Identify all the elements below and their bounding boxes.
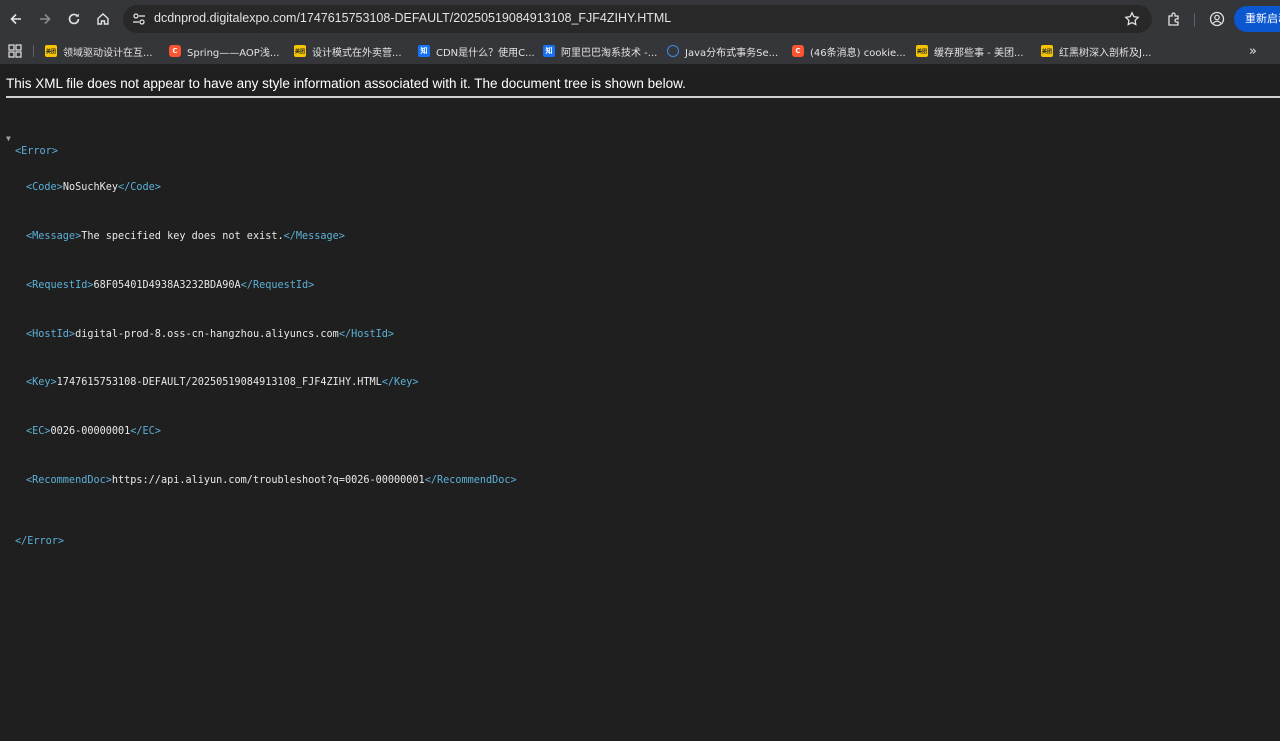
bookmarks-bar: 美团 领域驱动设计在互... C Spring——AOP浅... 美团 设计模式… (0, 38, 1280, 65)
meituan-favicon-icon: 美团 (916, 45, 928, 57)
zhihu-favicon-icon: 知 (543, 45, 555, 57)
xml-close-tag: </Code> (118, 182, 161, 194)
xml-notice-text: This XML file does not appear to have an… (6, 76, 686, 91)
meituan-favicon-icon: 美团 (1041, 45, 1053, 57)
bookmarks-overflow-chevron-icon[interactable]: » (1249, 44, 1257, 59)
reload-icon[interactable] (63, 8, 85, 30)
bookmark-label: 领域驱动设计在互... (63, 47, 153, 59)
bookmark-item[interactable]: 知 阿里巴巴淘系技术 -... (543, 42, 657, 60)
bookmark-item[interactable]: 美团 红黑树深入剖析及J... (1041, 42, 1152, 60)
bookmark-item[interactable]: C Spring——AOP浅... (169, 42, 279, 60)
forward-icon[interactable] (34, 8, 56, 30)
extensions-icon[interactable] (1164, 9, 1184, 29)
bookmark-label: CDN是什么？使用C... (436, 47, 535, 59)
xml-open-tag: <Message> (26, 231, 82, 242)
xml-open-tag: <HostId> (26, 328, 76, 340)
xml-root-open-tag: <Error> (15, 145, 58, 157)
back-icon[interactable] (5, 8, 27, 30)
page-content: This XML file does not appear to have an… (0, 65, 1280, 741)
xml-value: https://api.aliyun.com/troubleshoot?q=00… (111, 474, 425, 486)
xml-element-line: <EC>0026-00000001</EC> (0, 426, 161, 438)
xml-element-line: <RecommendDoc>https://api.aliyun.com/tro… (0, 475, 517, 487)
bookmark-item[interactable]: C (46条消息) cookie... (792, 42, 906, 60)
star-icon[interactable] (1124, 11, 1140, 27)
meituan-favicon-icon: 美团 (45, 45, 57, 57)
xml-tree: ▼ <Error> <Code>NoSuchKey</Code> <Message… (0, 109, 517, 560)
globe-favicon-icon (667, 45, 679, 57)
notice-divider (6, 96, 1280, 98)
xml-root-open-line: ▼ <Error> (0, 133, 58, 156)
site-settings-icon[interactable] (132, 12, 146, 26)
xml-value: NoSuchKey (62, 182, 119, 194)
xml-open-tag: <Key> (26, 377, 57, 389)
collapse-triangle-icon[interactable]: ▼ (6, 133, 11, 145)
xml-root-close-line: </Error> (0, 524, 64, 547)
xml-root-close-tag: </Error> (15, 535, 65, 547)
xml-close-tag: </EC> (130, 426, 161, 438)
bookmark-item[interactable]: Java分布式事务Se... (667, 42, 778, 60)
bookmark-label: Java分布式事务Se... (685, 47, 779, 59)
toolbar-divider (1194, 13, 1195, 27)
bookmark-item[interactable]: 美团 设计模式在外卖营... (294, 42, 402, 60)
relaunch-button[interactable]: 重新启动 (1234, 6, 1280, 32)
xml-value: digital-prod-8.oss-cn-hangzhou.aliyuncs.… (75, 328, 339, 340)
apps-grid-icon[interactable] (8, 44, 22, 58)
xml-open-tag: <Code> (26, 182, 63, 194)
xml-element-line: <HostId>digital-prod-8.oss-cn-hangzhou.a… (0, 329, 394, 341)
xml-open-tag: <RequestId> (26, 279, 94, 291)
meituan-favicon-icon: 美团 (294, 45, 306, 57)
xml-close-tag: </Message> (283, 231, 345, 242)
bookmark-item[interactable]: 美团 缓存那些事 - 美团... (916, 42, 1024, 60)
bookmark-label: 设计模式在外卖营... (312, 47, 402, 59)
address-text[interactable]: dcdnprod.digitalexpo.com/1747615753108-D… (154, 11, 671, 25)
xml-element-line: <Key>1747615753108-DEFAULT/2025051908491… (0, 377, 419, 389)
bookmarks-divider (33, 45, 34, 57)
xml-value: The specified key does not exist. (81, 231, 284, 242)
browser-toolbar: dcdnprod.digitalexpo.com/1747615753108-D… (0, 0, 1280, 38)
xml-value: 0026-00000001 (50, 426, 131, 438)
xml-close-tag: </Key> (381, 377, 419, 389)
xml-close-tag: </HostId> (338, 328, 395, 340)
bookmark-item[interactable]: 美团 领域驱动设计在互... (45, 42, 153, 60)
address-bar[interactable]: dcdnprod.digitalexpo.com/1747615753108-D… (123, 5, 1152, 33)
xml-element-line: <Code>NoSuchKey</Code> (0, 182, 161, 194)
bookmark-label: (46条消息) cookie... (810, 47, 906, 59)
xml-close-tag: </RequestId> (240, 279, 315, 291)
bookmark-label: 红黑树深入剖析及J... (1059, 47, 1152, 59)
xml-value: 1747615753108-DEFAULT/20250519084913108_… (56, 377, 382, 389)
xml-value: 68F05401D4938A3232BDA90A (93, 279, 241, 291)
bookmark-label: 缓存那些事 - 美团... (934, 47, 1024, 59)
home-icon[interactable] (92, 8, 114, 30)
xml-element-line: <Message>The specified key does not exis… (0, 231, 345, 243)
csdn-favicon-icon: C (169, 45, 181, 57)
bookmark-label: 阿里巴巴淘系技术 -... (561, 47, 658, 59)
xml-close-tag: </RecommendDoc> (424, 474, 517, 486)
zhihu-favicon-icon: 知 (418, 45, 430, 57)
xml-open-tag: <RecommendDoc> (26, 474, 112, 486)
bookmark-item[interactable]: 知 CDN是什么？使用C... (418, 42, 535, 60)
xml-element-line: <RequestId>68F05401D4938A3232BDA90A</Req… (0, 280, 314, 292)
xml-open-tag: <EC> (26, 426, 51, 438)
csdn-favicon-icon: C (792, 45, 804, 57)
profile-icon[interactable] (1207, 9, 1227, 29)
bookmark-label: Spring——AOP浅... (187, 47, 280, 59)
